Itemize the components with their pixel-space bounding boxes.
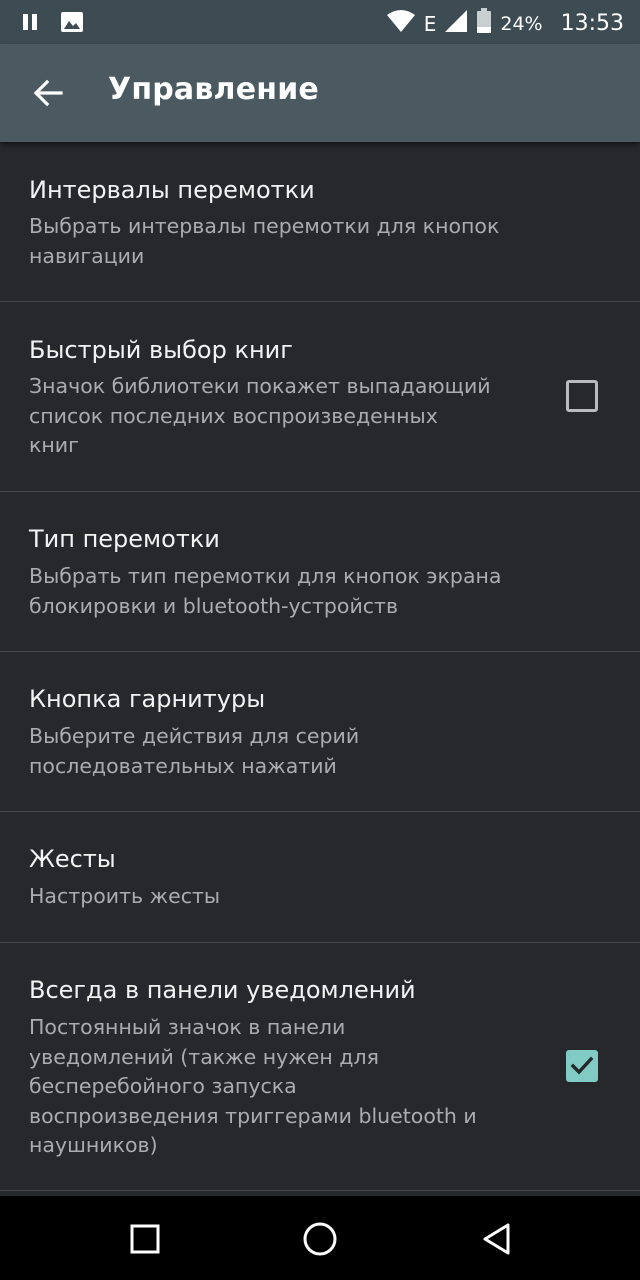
setting-headset-button[interactable]: Кнопка гарнитуры Выберите действия для с…	[0, 652, 640, 812]
back-triangle-icon	[483, 1223, 510, 1255]
summary-line: Выберите действия для серий	[29, 724, 360, 748]
navigation-bar	[0, 1196, 640, 1280]
settings-list: Интервалы перемотки Выбрать интервалы пе…	[0, 142, 640, 1191]
summary-line: бесперебойного запуска	[29, 1074, 297, 1098]
signal-icon	[444, 9, 468, 38]
summary-line: последовательных нажатий	[29, 753, 337, 778]
toolbar: Управление	[0, 44, 640, 142]
home-button[interactable]	[295, 1214, 345, 1264]
setting-title: Тип перемотки	[29, 525, 220, 553]
summary-line: Выбрать тип перемотки для кнопок экрана	[29, 564, 502, 588]
home-circle-icon	[303, 1222, 337, 1256]
setting-always-in-notifications[interactable]: Всегда в панели уведомлений Постоянный з…	[0, 943, 640, 1191]
battery-icon	[476, 8, 492, 39]
status-bar: E 24% 13:53	[0, 0, 640, 44]
setting-title: Быстрый выбор книг	[29, 336, 293, 364]
setting-title: Жесты	[29, 845, 116, 873]
settings-screen: E 24% 13:53 Управление Интервалы перемот…	[0, 0, 640, 1280]
pause-icon	[22, 12, 38, 36]
summary-line: наушников)	[29, 1133, 158, 1157]
setting-summary: Постоянный значок в панели уведомлений (…	[29, 1013, 549, 1161]
always-in-notifications-checkbox[interactable]	[566, 1050, 598, 1082]
summary-line: уведомлений (также нужен для	[29, 1044, 379, 1069]
setting-title: Кнопка гарнитуры	[29, 685, 266, 713]
arrow-back-icon	[33, 79, 63, 107]
summary-line: навигации	[29, 243, 145, 268]
wifi-icon	[386, 9, 416, 38]
summary-line: воспроизведения триггерами bluetooth и	[29, 1103, 477, 1128]
setting-summary: Выбрать тип перемотки для кнопок экрана …	[29, 562, 549, 621]
setting-rewind-type[interactable]: Тип перемотки Выбрать тип перемотки для …	[0, 492, 640, 652]
quick-book-select-checkbox[interactable]	[566, 380, 598, 412]
setting-summary: Настроить жесты	[29, 882, 549, 912]
summary-line: Постоянный значок в панели	[29, 1015, 346, 1039]
image-icon	[60, 10, 84, 38]
summary-line: список последних воспроизведенных	[29, 403, 438, 428]
summary-line: Значок библиотеки покажет выпадающий	[29, 374, 491, 398]
setting-title: Интервалы перемотки	[29, 176, 315, 204]
clock: 13:53	[560, 11, 624, 36]
system-back-button[interactable]	[472, 1214, 522, 1264]
battery-percent: 24%	[500, 12, 543, 35]
setting-summary: Выберите действия для серий последовател…	[29, 722, 549, 781]
setting-summary: Значок библиотеки покажет выпадающий спи…	[29, 372, 549, 461]
setting-rewind-intervals[interactable]: Интервалы перемотки Выбрать интервалы пе…	[0, 142, 640, 302]
back-button[interactable]	[24, 68, 74, 118]
setting-title: Всегда в панели уведомлений	[29, 976, 416, 1004]
summary-line: блокировки и bluetooth-устройств	[29, 593, 399, 618]
summary-line: Выбрать интервалы перемотки для кнопок	[29, 214, 500, 238]
recents-square-icon	[130, 1224, 160, 1254]
setting-gestures[interactable]: Жесты Настроить жесты	[0, 812, 640, 943]
recents-button[interactable]	[120, 1214, 170, 1264]
checkmark-icon	[570, 1056, 594, 1075]
summary-line: Настроить жесты	[29, 884, 221, 908]
page-title: Управление	[108, 72, 319, 107]
setting-quick-book-select[interactable]: Быстрый выбор книг Значок библиотеки пок…	[0, 302, 640, 492]
summary-line: книг	[29, 433, 79, 457]
network-type-label: E	[423, 11, 437, 36]
setting-summary: Выбрать интервалы перемотки для кнопок н…	[29, 212, 549, 271]
